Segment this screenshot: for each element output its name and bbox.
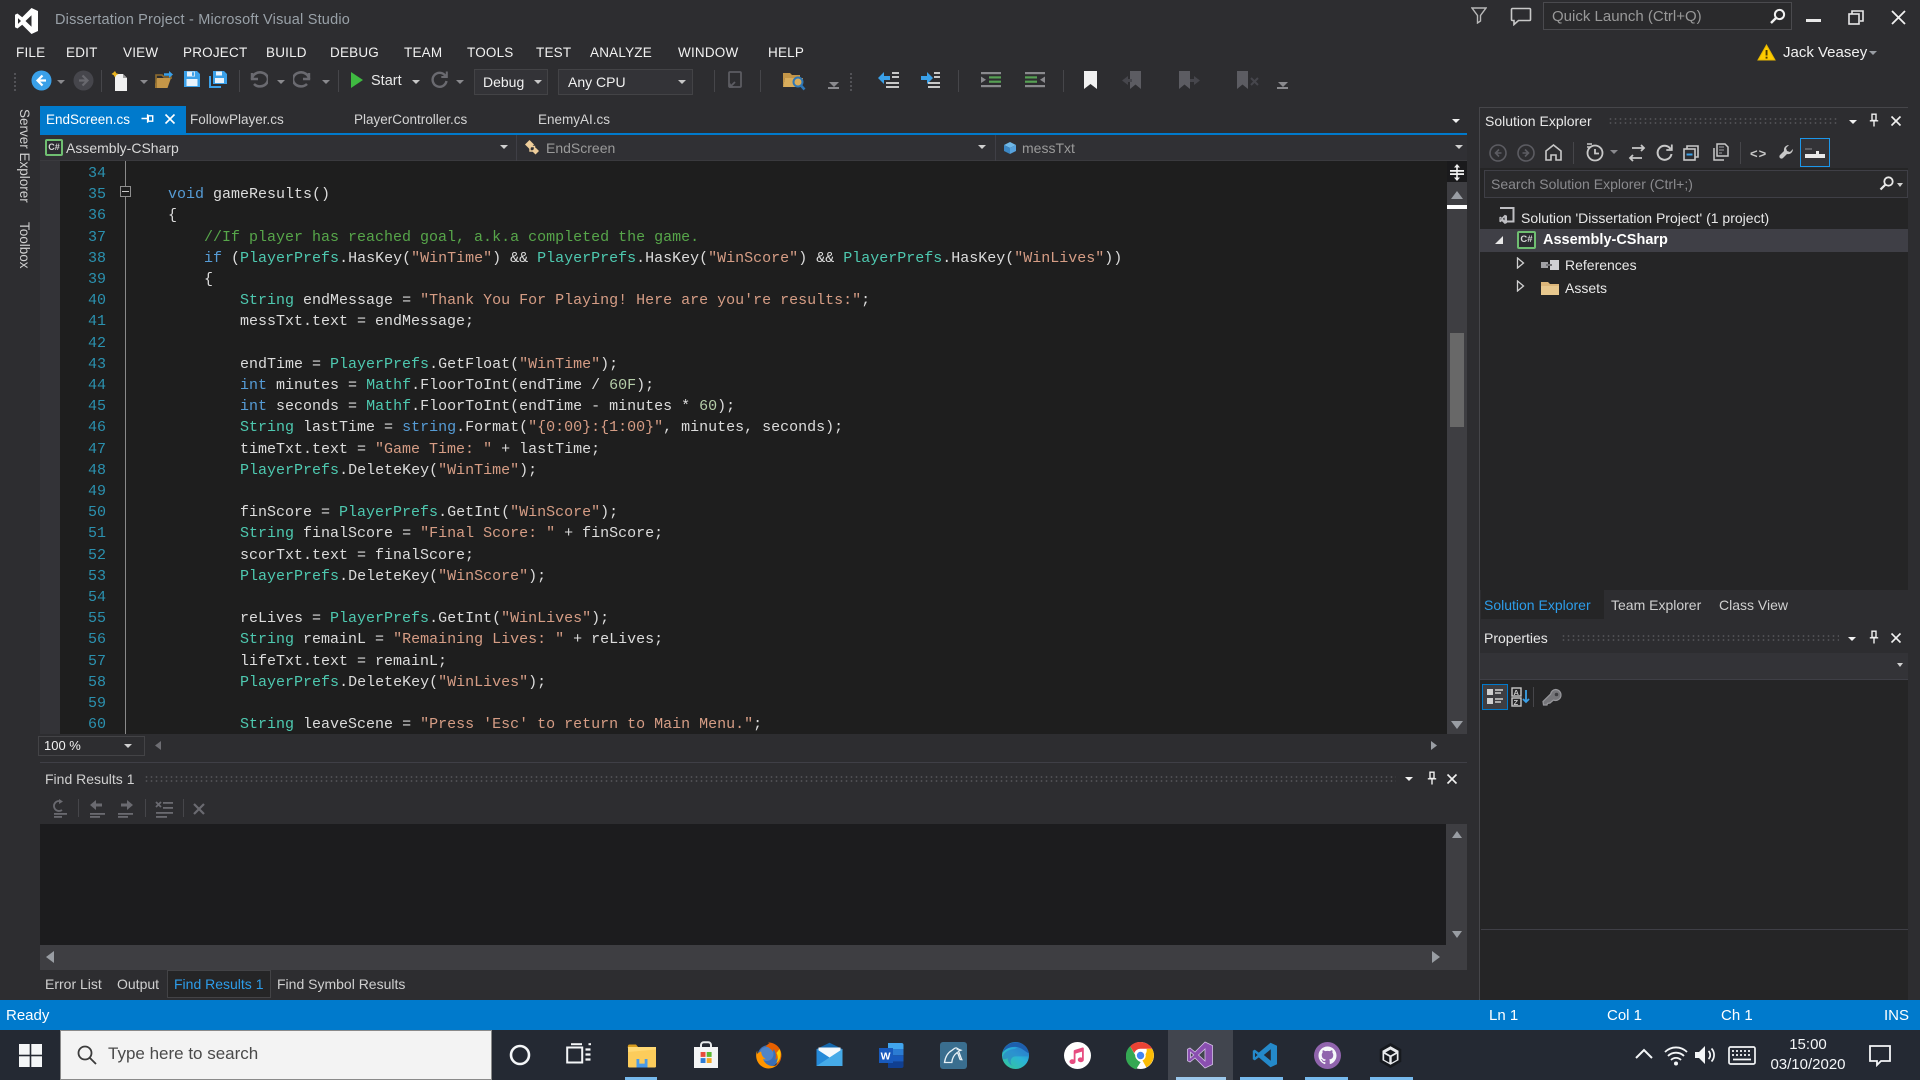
svg-text:W: W (881, 1051, 891, 1063)
